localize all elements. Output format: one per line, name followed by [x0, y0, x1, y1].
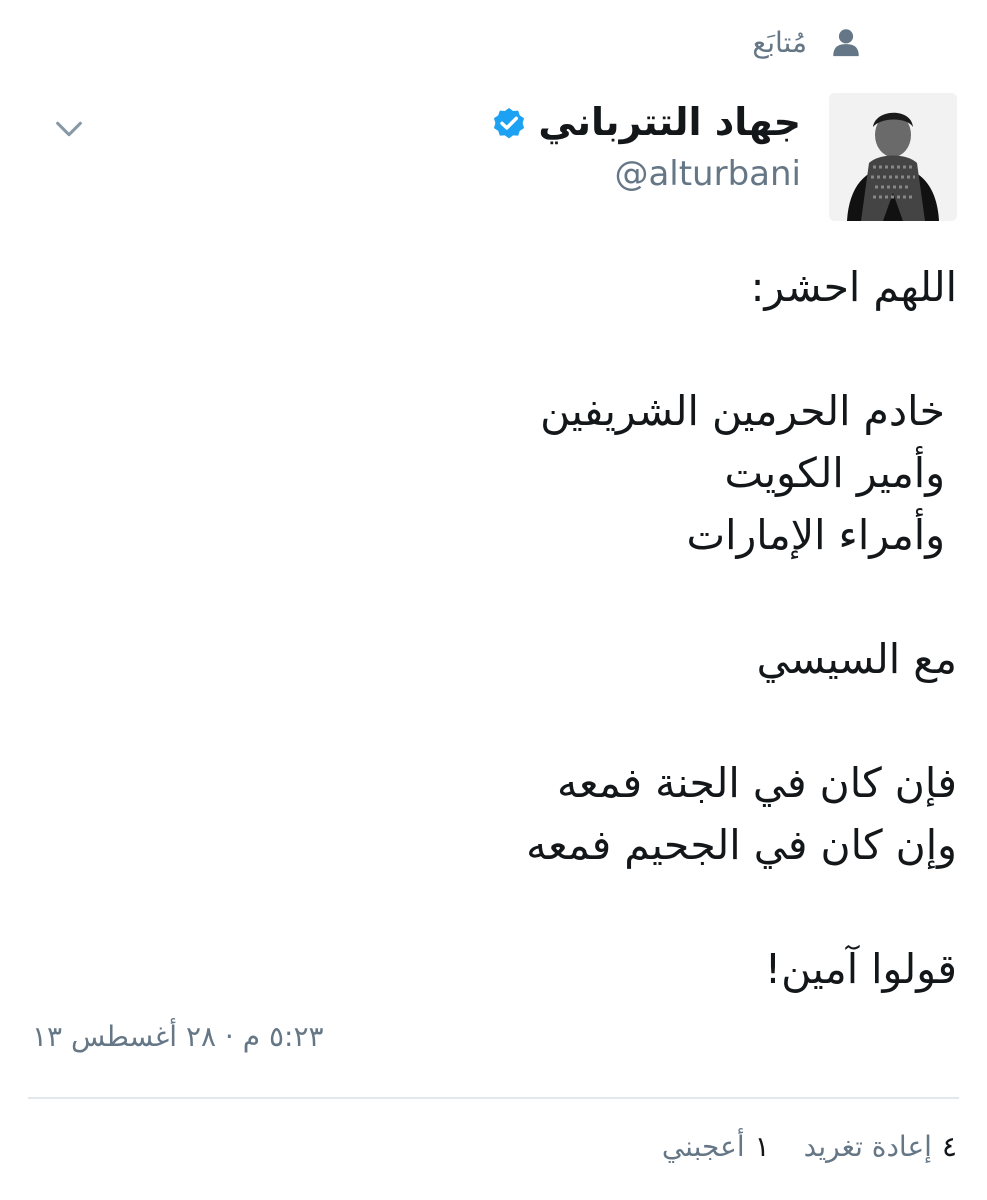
tweet-line	[57, 690, 957, 752]
verified-badge-icon	[494, 107, 525, 139]
author-handle[interactable]: @alturbani	[490, 154, 801, 194]
tweet-line: وإن كان في الجحيم فمعه	[526, 821, 957, 869]
likes-number: ١	[754, 1130, 770, 1163]
author-name[interactable]: جهاد التترباني	[538, 101, 801, 144]
tweet-line: مع السيسي	[756, 635, 957, 683]
chevron-down-icon[interactable]	[52, 112, 86, 146]
avatar[interactable]	[829, 93, 957, 221]
author-info: جهاد التترباني @alturbani	[490, 101, 801, 194]
follow-label: مُتابَع	[752, 25, 807, 59]
tweet-line	[57, 318, 957, 380]
likes-label: أعجبني	[661, 1130, 745, 1163]
tweet-line: اللهم احشر:	[750, 263, 957, 311]
avatar-photo	[829, 93, 957, 221]
tweet-line	[57, 876, 957, 938]
tweet-line: وأمراء الإمارات	[686, 511, 946, 559]
follow-status[interactable]: مُتابَع	[752, 22, 863, 62]
tweet-line: وأمير الكويت	[724, 449, 945, 497]
tweet-line: فإن كان في الجنة فمعه	[557, 759, 957, 807]
retweets-number: ٤	[941, 1130, 957, 1163]
tweet-text: اللهم احشر: خادم الحرمين الشريفين وأمير …	[57, 256, 957, 1000]
tweet-line: قولوا آمين!	[764, 945, 957, 993]
tweet-line	[57, 566, 957, 628]
person-icon	[833, 29, 859, 57]
divider	[28, 1097, 959, 1099]
tweet-line: خادم الحرمين الشريفين	[540, 387, 945, 435]
retweet-count[interactable]: ٤ إعادة تغريد	[804, 1130, 957, 1163]
retweets-label: إعادة تغريد	[803, 1130, 932, 1163]
like-count[interactable]: ١ أعجبني	[662, 1130, 770, 1163]
tweet-timestamp[interactable]: ٥:٢٣ م · ٢٨ أغسطس ١٣	[32, 1020, 324, 1053]
tweet-stats: ٤ إعادة تغريد ١ أعجبني	[662, 1130, 957, 1163]
